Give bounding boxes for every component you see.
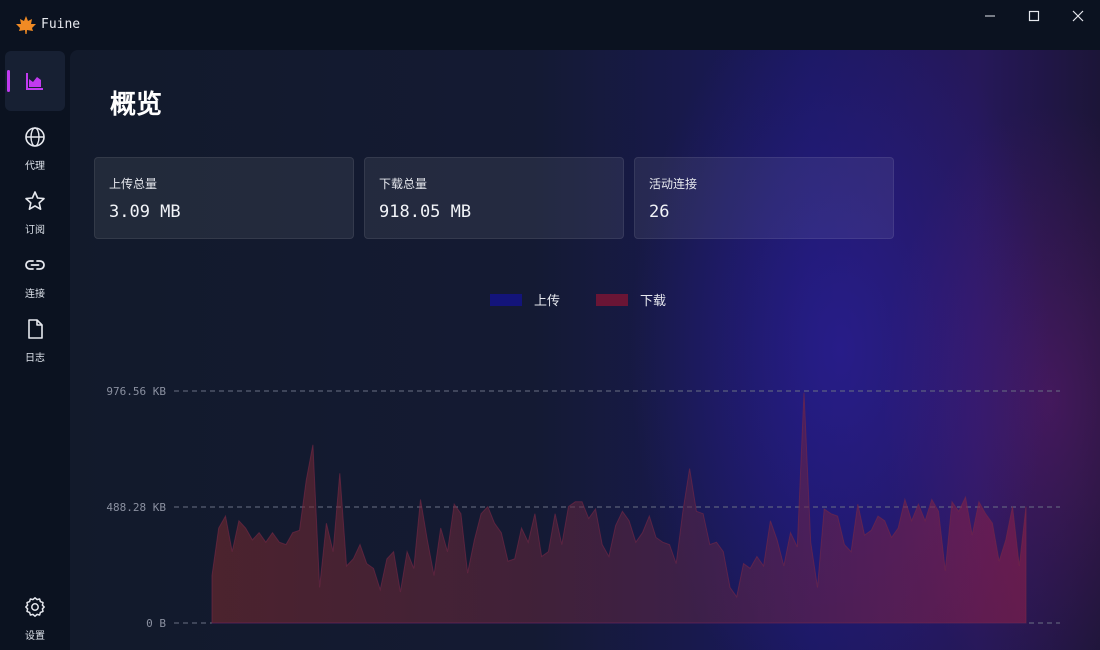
sidebar: 代理 订阅 连接 日志 设置 xyxy=(0,50,70,650)
maximize-icon xyxy=(1028,10,1040,22)
app-title: Fuine xyxy=(41,17,81,32)
sidebar-item-label: 设置 xyxy=(25,631,45,642)
sidebar-item-subscription[interactable]: 订阅 xyxy=(5,179,65,239)
sidebar-item-logs[interactable]: 日志 xyxy=(5,307,65,367)
close-icon xyxy=(1072,10,1084,22)
y-tick-label: 488.28 KB xyxy=(106,501,166,514)
star-icon xyxy=(25,191,45,210)
file-icon xyxy=(28,319,43,339)
y-tick-label: 0 B xyxy=(146,617,166,630)
maximize-button[interactable] xyxy=(1012,0,1056,32)
sidebar-item-proxy[interactable]: 代理 xyxy=(5,115,65,175)
download-area-series xyxy=(211,392,1027,624)
sidebar-item-overview[interactable] xyxy=(5,51,65,111)
globe-icon xyxy=(25,127,45,147)
y-tick-label: 976.56 KB xyxy=(106,385,166,398)
close-button[interactable] xyxy=(1056,0,1100,32)
sidebar-item-label: 日志 xyxy=(25,353,45,364)
maple-leaf-logo-icon xyxy=(16,16,36,34)
main-panel: 概览 上传总量 3.09 MB 下载总量 918.05 MB 活动连接 26 上… xyxy=(70,50,1100,650)
sidebar-item-settings[interactable]: 设置 xyxy=(5,585,65,645)
gear-icon xyxy=(25,597,45,617)
title-bar: Fuine xyxy=(0,0,1100,50)
minimize-icon xyxy=(985,15,995,17)
sidebar-item-connections[interactable]: 连接 xyxy=(5,243,65,303)
chart-area-icon xyxy=(26,73,43,90)
traffic-area-chart: 976.56 KB 488.28 KB 0 B xyxy=(106,385,1060,630)
link-icon xyxy=(25,260,45,270)
active-indicator xyxy=(7,70,10,92)
sidebar-item-label: 订阅 xyxy=(25,225,45,236)
minimize-button[interactable] xyxy=(968,0,1012,32)
sidebar-item-label: 连接 xyxy=(25,289,45,300)
sidebar-item-label: 代理 xyxy=(25,161,45,172)
